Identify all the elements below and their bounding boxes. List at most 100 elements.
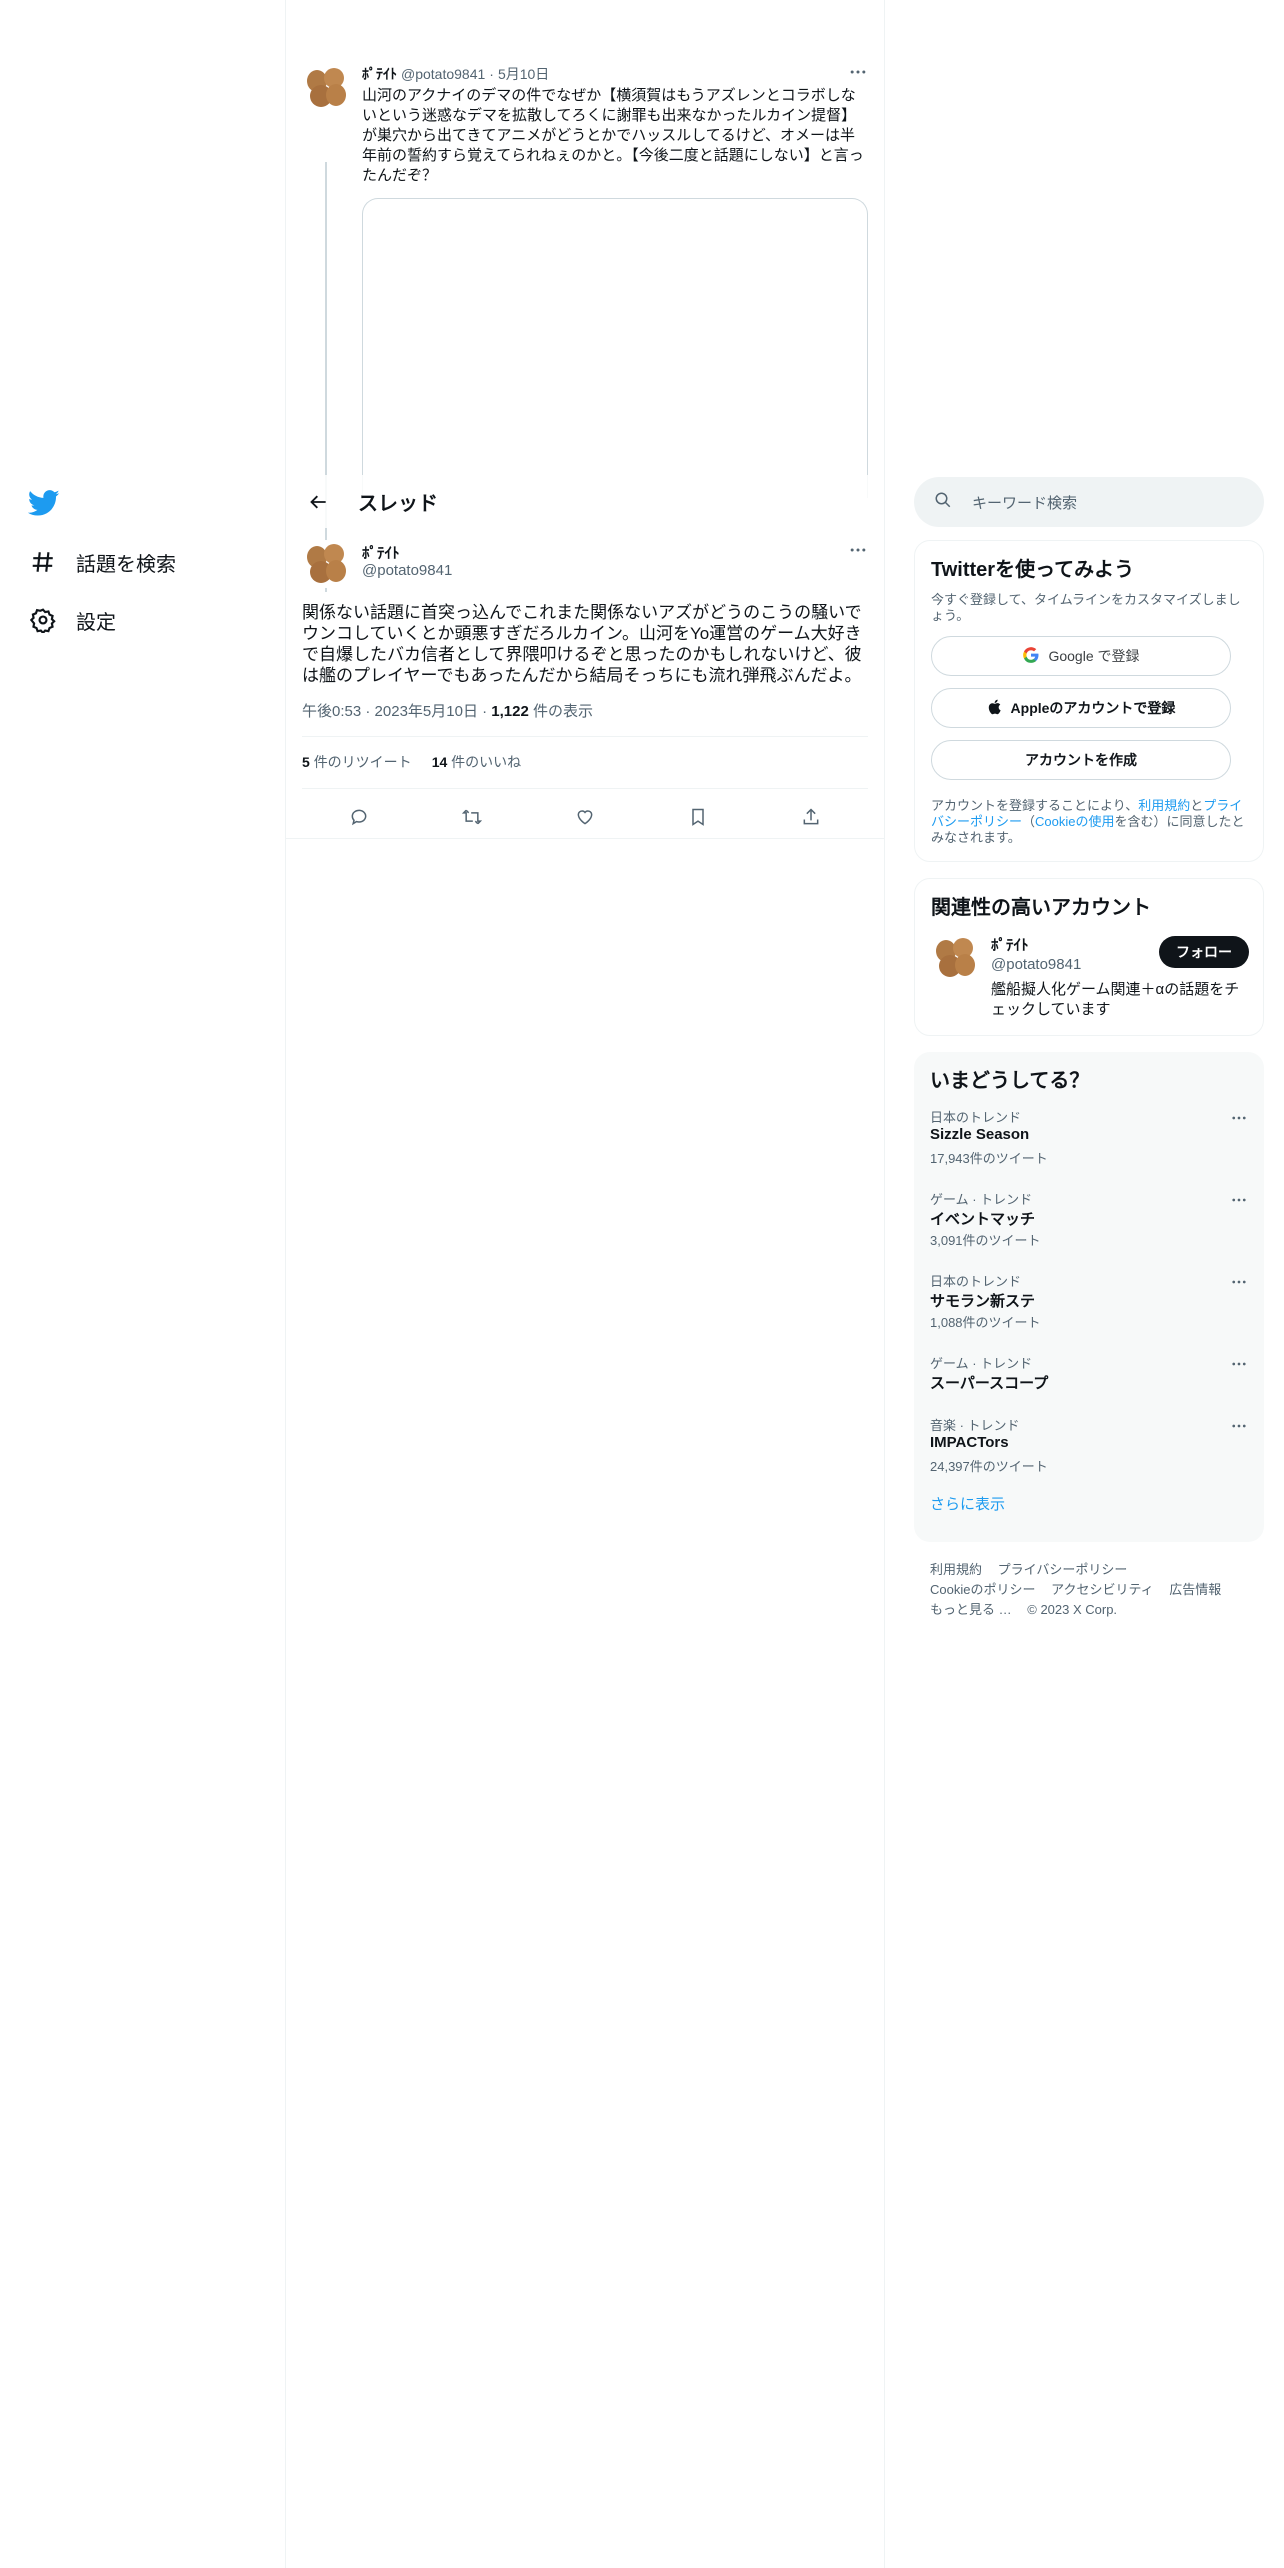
signup-subtitle: 今すぐ登録して、タイムラインをカスタマイズしましょう。 xyxy=(931,592,1241,623)
author-name[interactable]: ﾎﾟﾃｲﾄ xyxy=(362,542,400,563)
trend-name: Sizzle Season xyxy=(930,1126,1030,1143)
avatar[interactable] xyxy=(302,64,350,112)
trend-category: 日本のトレンド xyxy=(930,1110,1022,1125)
signup-card: Twitterを使ってみよう 今すぐ登録して、タイムラインをカスタマイズしましょ… xyxy=(914,540,1264,862)
potato-avatar-icon xyxy=(936,938,975,977)
google-signup-button[interactable]: Google で登録 xyxy=(931,636,1231,676)
divider xyxy=(302,788,868,789)
like-icon[interactable] xyxy=(568,800,602,834)
related-title: 関連性の高いアカウント xyxy=(931,897,1151,919)
nav-explore[interactable]: 話題を検索 xyxy=(28,542,176,582)
views-label: 件の表示 xyxy=(533,703,594,720)
trend-name: サモラン新ステ xyxy=(930,1293,1036,1310)
tweet-media[interactable] xyxy=(362,198,868,498)
footer-accessibility-link[interactable]: アクセシビリティ xyxy=(1051,1582,1154,1597)
nav-explore-label: 話題を検索 xyxy=(76,553,176,576)
show-more-link[interactable]: さらに表示 xyxy=(930,1493,1248,1514)
trend-count: 3,091件のツイート xyxy=(930,1233,1041,1248)
trend-item[interactable]: 日本のトレンド サモラン新ステ 1,088件のツイート xyxy=(930,1257,1248,1339)
trend-category: ゲーム · トレンド xyxy=(930,1192,1033,1207)
related-bio: 艦船擬人化ゲーム関連＋αの話題をチェックしています xyxy=(991,981,1240,1018)
parent-tweet-header: ﾎﾟﾃｲﾄ @potato9841 · 5月10日 xyxy=(362,64,549,84)
retweets-stat[interactable]: 5 件のリツイート xyxy=(302,752,412,772)
bookmark-icon[interactable] xyxy=(681,800,715,834)
legal-and: と xyxy=(1190,798,1204,813)
retweet-icon[interactable] xyxy=(455,800,489,834)
apple-signup-button[interactable]: Appleのアカウントで登録 xyxy=(931,688,1231,728)
retweets-count: 5 xyxy=(302,754,310,770)
more-icon[interactable] xyxy=(1230,1273,1248,1296)
footer-terms-link[interactable]: 利用規約 xyxy=(930,1562,982,1577)
trend-name: イベントマッチ xyxy=(930,1211,1036,1228)
separator-dot: · xyxy=(482,703,492,720)
twitter-logo-icon[interactable] xyxy=(27,487,62,521)
tweet-stats: 5 件のリツイート 14 件のいいね xyxy=(302,752,521,772)
page-title: スレッド xyxy=(358,493,438,515)
separator-dot: · xyxy=(489,66,494,82)
author-handle[interactable]: @potato9841 xyxy=(401,66,485,82)
google-signup-label: Google で登録 xyxy=(1048,648,1140,664)
search-input[interactable]: キーワード検索 xyxy=(914,477,1264,527)
back-arrow-icon[interactable] xyxy=(302,485,336,519)
create-account-label: アカウントを作成 xyxy=(1025,752,1137,768)
footer-ads-link[interactable]: 広告情報 xyxy=(1169,1582,1221,1597)
search-icon xyxy=(934,491,952,514)
tweet-text: 関係ない話題に首突っ込んでこれまた関係ないアズがどうのこうの騒いでウンコしていく… xyxy=(302,603,862,685)
likes-label: 件のいいね xyxy=(451,754,522,770)
more-icon[interactable] xyxy=(1230,1417,1248,1440)
related-account-row[interactable]: ﾎﾟﾃｲﾄ @potato9841 艦船擬人化ゲーム関連＋αの話題をチェックして… xyxy=(931,934,1249,1028)
gear-icon xyxy=(28,605,58,635)
tweet-actions xyxy=(302,800,868,834)
avatar[interactable] xyxy=(302,540,350,588)
more-icon[interactable] xyxy=(848,540,868,565)
more-icon[interactable] xyxy=(1230,1191,1248,1214)
tweet-date[interactable]: 5月10日 xyxy=(498,64,549,84)
cookie-link[interactable]: Cookieの使用 xyxy=(1035,814,1114,829)
trend-category: ゲーム · トレンド xyxy=(930,1356,1033,1371)
potato-avatar-icon xyxy=(307,544,346,583)
author-name[interactable]: ﾎﾟﾃｲﾄ xyxy=(362,64,397,84)
reply-icon[interactable] xyxy=(342,800,376,834)
column-border-right xyxy=(884,0,885,2568)
views-count: 1,122 xyxy=(491,703,529,720)
trend-item[interactable]: ゲーム · トレンド スーパースコープ xyxy=(930,1339,1248,1401)
nav-settings[interactable]: 設定 xyxy=(28,600,116,640)
trend-category: 日本のトレンド xyxy=(930,1274,1022,1289)
footer-cookie-link[interactable]: Cookieのポリシー xyxy=(930,1582,1035,1597)
apple-icon xyxy=(987,698,1003,719)
avatar[interactable] xyxy=(931,934,979,982)
tweet-date[interactable]: 2023年5月10日 xyxy=(375,703,478,720)
likes-stat[interactable]: 14 件のいいね xyxy=(432,752,521,772)
legal-prefix: アカウントを登録することにより、 xyxy=(931,798,1139,813)
thread-header: スレッド xyxy=(286,475,884,528)
follow-button[interactable]: フォロー xyxy=(1159,936,1249,968)
related-handle[interactable]: @potato9841 xyxy=(991,956,1081,973)
create-account-button[interactable]: アカウントを作成 xyxy=(931,740,1231,780)
footer-privacy-link[interactable]: プライバシーポリシー xyxy=(998,1562,1128,1577)
trend-count: 17,943件のツイート xyxy=(930,1151,1048,1166)
separator-dot: · xyxy=(365,703,375,720)
footer-more-link[interactable]: もっと見る … xyxy=(930,1602,1012,1617)
footer: 利用規約 プライバシーポリシー Cookieのポリシー アクセシビリティ 広告情… xyxy=(930,1560,1260,1620)
left-nav: 話題を検索 設定 xyxy=(0,0,285,2568)
thread-line xyxy=(325,528,327,538)
trends-card: いまどうしてる？ 日本のトレンド Sizzle Season 17,943件のツ… xyxy=(914,1052,1264,1542)
more-icon[interactable] xyxy=(1230,1355,1248,1378)
more-icon[interactable] xyxy=(1230,1109,1248,1132)
legal-paren: （ xyxy=(1022,814,1036,829)
trend-name: IMPACTors xyxy=(930,1434,1009,1451)
apple-signup-label: Appleのアカウントで登録 xyxy=(1010,700,1176,716)
trend-item[interactable]: ゲーム · トレンド イベントマッチ 3,091件のツイート xyxy=(930,1175,1248,1257)
tweet-time[interactable]: 午後0:53 xyxy=(302,703,361,720)
share-icon[interactable] xyxy=(794,800,828,834)
trend-item[interactable]: 日本のトレンド Sizzle Season 17,943件のツイート xyxy=(930,1093,1248,1175)
main-column: ﾎﾟﾃｲﾄ @potato9841 · 5月10日 山河のアクナイのデマの件でな… xyxy=(286,0,884,2568)
terms-link[interactable]: 利用規約 xyxy=(1138,798,1190,813)
related-name[interactable]: ﾎﾟﾃｲﾄ xyxy=(991,934,1029,955)
trend-item[interactable]: 音楽 · トレンド IMPACTors 24,397件のツイート xyxy=(930,1401,1248,1483)
potato-avatar-icon xyxy=(307,68,346,107)
signup-legal: アカウントを登録することにより、利用規約とプライバシーポリシー（Cookieの使… xyxy=(931,798,1247,846)
more-icon[interactable] xyxy=(848,62,868,87)
author-handle[interactable]: @potato9841 xyxy=(362,562,452,579)
divider xyxy=(286,838,884,839)
